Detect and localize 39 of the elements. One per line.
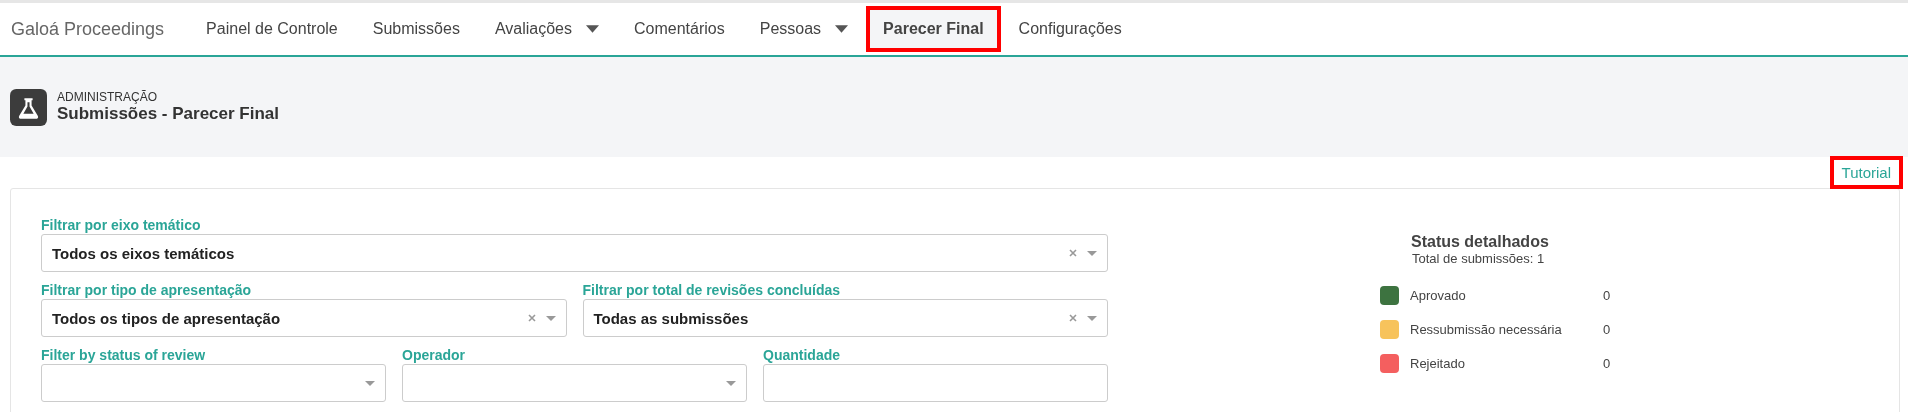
caret-icon [545, 315, 556, 321]
select-field[interactable]: Todos os tipos de apresentação [41, 299, 567, 337]
select-field[interactable] [402, 364, 747, 402]
status-label: Aprovado [1410, 288, 1467, 303]
select-field[interactable] [41, 364, 386, 402]
nav-tab[interactable]: Painel de Controle [189, 6, 355, 52]
filter-label: Filtrar por tipo de apresentação [41, 282, 253, 298]
nav-tab[interactable]: Submissões [355, 6, 477, 52]
caret-icon [1087, 250, 1097, 256]
nav-tab[interactable]: Comentários [617, 6, 742, 52]
caret-icon [365, 380, 375, 386]
nav-tab[interactable]: Pessoas [742, 6, 866, 52]
filter-label: Filter by status of review [41, 347, 207, 363]
clear-icon[interactable] [527, 314, 536, 322]
flask-icon [10, 88, 47, 126]
page-title: Submissões - Parecer Final [57, 104, 280, 124]
filter-label: Quantidade [763, 347, 841, 363]
status-subtitle: Total de submissões: 1 [1412, 251, 1546, 266]
status-label: Rejeitado [1410, 356, 1466, 371]
status-count: 0 [1603, 322, 1611, 337]
select-field[interactable]: Todos os eixos temáticos [41, 234, 1108, 272]
filter-label: Operador [402, 347, 466, 363]
status-count: 0 [1603, 288, 1611, 303]
nav-tab[interactable]: Avaliações [477, 6, 616, 52]
caret-icon [726, 380, 736, 386]
filter-label: Filtrar por total de revisões concluídas [582, 282, 842, 298]
nav-tab[interactable]: Configurações [1001, 6, 1139, 52]
brand-name[interactable]: Galoá Proceedings [11, 18, 165, 40]
clear-icon[interactable] [1069, 314, 1077, 322]
status-count: 0 [1603, 356, 1611, 371]
input-field[interactable] [763, 364, 1108, 402]
filter-label: Filtrar por eixo temático [41, 217, 202, 233]
clear-icon[interactable] [1069, 249, 1077, 257]
section-label: ADMINISTRAÇÃO [57, 90, 158, 104]
status-title: Status detalhados [1411, 233, 1550, 251]
nav-tab[interactable]: Parecer Final [866, 6, 1001, 52]
select-field[interactable]: Todas as submissões [582, 299, 1108, 337]
status-label: Ressubmissão necessária [1410, 322, 1563, 337]
caret-icon [1087, 315, 1097, 321]
